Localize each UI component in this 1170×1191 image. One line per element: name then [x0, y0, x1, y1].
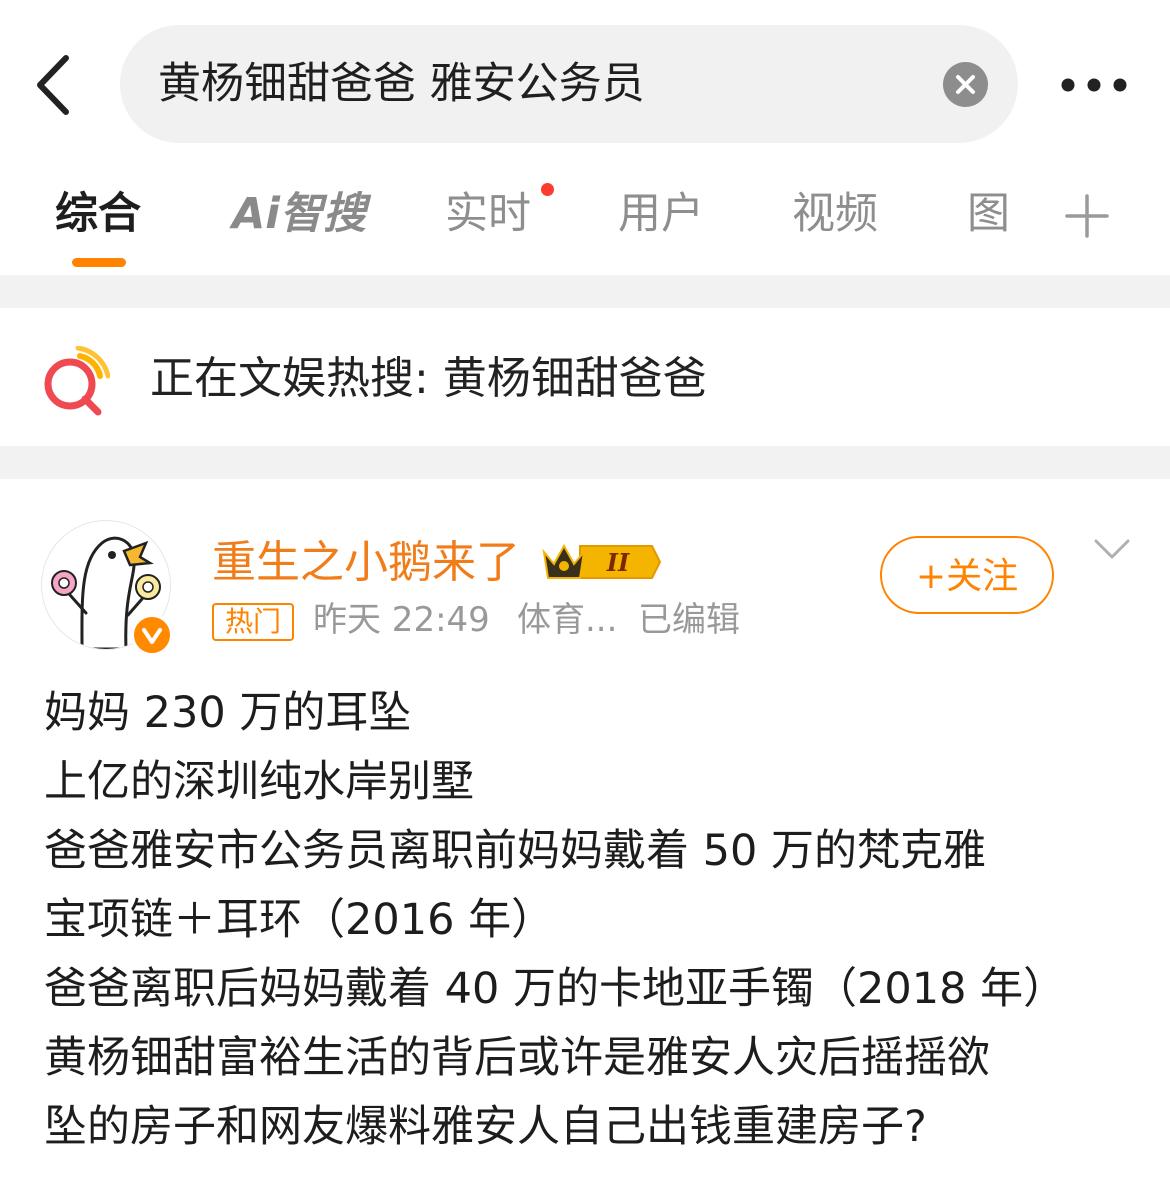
- flower-left-icon: [51, 570, 77, 596]
- username[interactable]: 重生之小鹅来了: [212, 535, 520, 591]
- member-crown-icon: II: [542, 543, 662, 579]
- back-arrow-icon[interactable]: [30, 50, 80, 120]
- post-text-line: 爸爸离职后妈妈戴着 40 万的卡地亚手镯（2018 年）: [44, 964, 1067, 1014]
- hot-search-text: 正在文娱热搜: 黄杨钿甜爸爸: [150, 353, 707, 404]
- section-divider: [0, 446, 1170, 479]
- post-text-line: 宝项链＋耳环（2016 年）: [44, 895, 555, 945]
- weibo-post: 重生之小鹅来了 II 热门 昨天 22:49 体育... 已编辑 +关注 妈妈 …: [0, 479, 1170, 1191]
- notification-dot: [541, 183, 554, 196]
- close-icon: [956, 75, 975, 94]
- rank-badge-text: II: [606, 548, 630, 577]
- tab-comprehensive[interactable]: 综合: [55, 183, 141, 245]
- post-text-line: 妈妈 230 万的耳坠: [44, 688, 412, 738]
- tab-realtime[interactable]: 实时: [445, 183, 531, 245]
- search-input[interactable]: 黄杨钿甜爸爸 雅安公务员: [158, 25, 645, 143]
- post-time: 昨天 22:49: [313, 600, 490, 640]
- post-text-line: 坠的房子和网友爆料雅安人自己出钱重建房子?: [44, 1102, 927, 1152]
- post-text-line: 爸爸雅安市公务员离职前妈妈戴着 50 万的梵克雅: [44, 826, 987, 876]
- post-source: 体育...: [517, 600, 618, 640]
- search-bar[interactable]: 黄杨钿甜爸爸 雅安公务员: [120, 25, 1018, 143]
- tab-ai-search[interactable]: Ai智搜: [232, 183, 366, 245]
- active-tab-indicator: [72, 258, 126, 267]
- tab-videos[interactable]: 视频: [792, 183, 878, 245]
- hot-tag-badge: 热门: [212, 603, 294, 641]
- post-content[interactable]: 妈妈 230 万的耳坠 上亿的深圳纯水岸别墅 爸爸雅安市公务员离职前妈妈戴着 5…: [44, 679, 1144, 1162]
- hot-search-banner[interactable]: 正在文娱热搜: 黄杨钿甜爸爸: [0, 308, 1170, 446]
- clear-search-button[interactable]: [943, 62, 988, 107]
- post-text-line: 上亿的深圳纯水岸别墅: [44, 757, 474, 807]
- follow-button[interactable]: +关注: [880, 536, 1054, 614]
- tab-users[interactable]: 用户: [618, 183, 704, 245]
- edited-label: 已编辑: [638, 600, 740, 640]
- post-text-line: 黄杨钿甜富裕生活的背后或许是雅安人灾后摇摇欲: [44, 1033, 990, 1083]
- top-bar: 黄杨钿甜爸爸 雅安公务员: [0, 0, 1170, 165]
- tab-images[interactable]: 图: [967, 183, 1010, 245]
- more-options-icon[interactable]: [1058, 63, 1130, 107]
- hot-search-icon: [44, 346, 110, 416]
- search-tabs: 综合 Ai智搜 实时 用户 视频 图: [0, 165, 1170, 275]
- chevron-down-icon[interactable]: [1092, 535, 1132, 563]
- flower-right-icon: [135, 574, 161, 600]
- add-tab-icon[interactable]: [1064, 193, 1110, 239]
- section-divider: [0, 275, 1170, 308]
- verified-badge-icon: [131, 614, 173, 656]
